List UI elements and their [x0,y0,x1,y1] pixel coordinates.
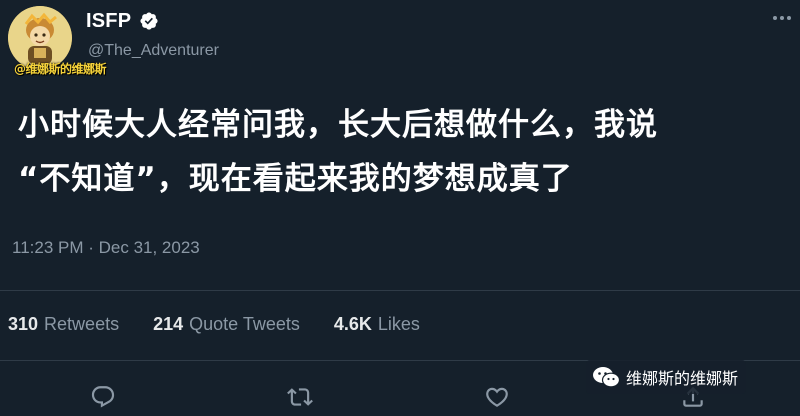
likes-count: 4.6K [333,314,372,334]
engagement-stats: 310 Retweets 214 Quote Tweets 4.6K Likes [8,314,454,335]
tweet-text: 小时候大人经常问我，长大后想做什么，我说 “不知道”，现在看起来我的梦想成真了 [18,98,788,206]
quote-tweets-count: 214 [153,314,184,334]
watermark-text: 维娜斯的维娜斯 [626,369,739,388]
like-button[interactable] [482,382,512,412]
more-options-icon[interactable] [770,6,794,30]
divider [0,290,800,291]
retweets-stat[interactable]: 310 Retweets [8,314,119,335]
quote-tweets-stat[interactable]: 214 Quote Tweets [153,314,300,335]
retweet-button[interactable] [285,382,315,412]
tweet-text-line: 小时候大人经常问我，长大后想做什么，我说 [18,107,658,143]
wechat-icon [593,367,620,388]
author-name-row[interactable]: ISFP [86,7,159,35]
likes-stat[interactable]: 4.6K Likes [334,314,420,335]
tweet-text-line: “不知道”，现在看起来我的梦想成真了 [18,161,573,197]
watermark-badge: 维娜斯的维娜斯 [586,360,747,394]
retweets-label: Retweets [44,314,120,334]
reply-icon [91,386,115,408]
display-name[interactable]: ISFP [86,10,131,33]
likes-label: Likes [377,314,420,334]
reply-button[interactable] [88,382,118,412]
tweet-timestamp[interactable]: 11:23 PM · Dec 31, 2023 [12,238,200,258]
retweets-count: 310 [8,314,39,334]
retweet-icon [287,388,313,406]
quote-tweets-label: Quote Tweets [189,314,300,334]
tweet-card: ISFP @The_Adventurer @维娜斯的维娜斯 小时候大人经常问我，… [0,0,800,416]
author-handle[interactable]: @The_Adventurer [88,42,219,60]
verified-badge-icon [139,11,159,31]
heart-icon [486,387,508,407]
overlay-watermark-top: @维娜斯的维娜斯 [14,62,107,76]
